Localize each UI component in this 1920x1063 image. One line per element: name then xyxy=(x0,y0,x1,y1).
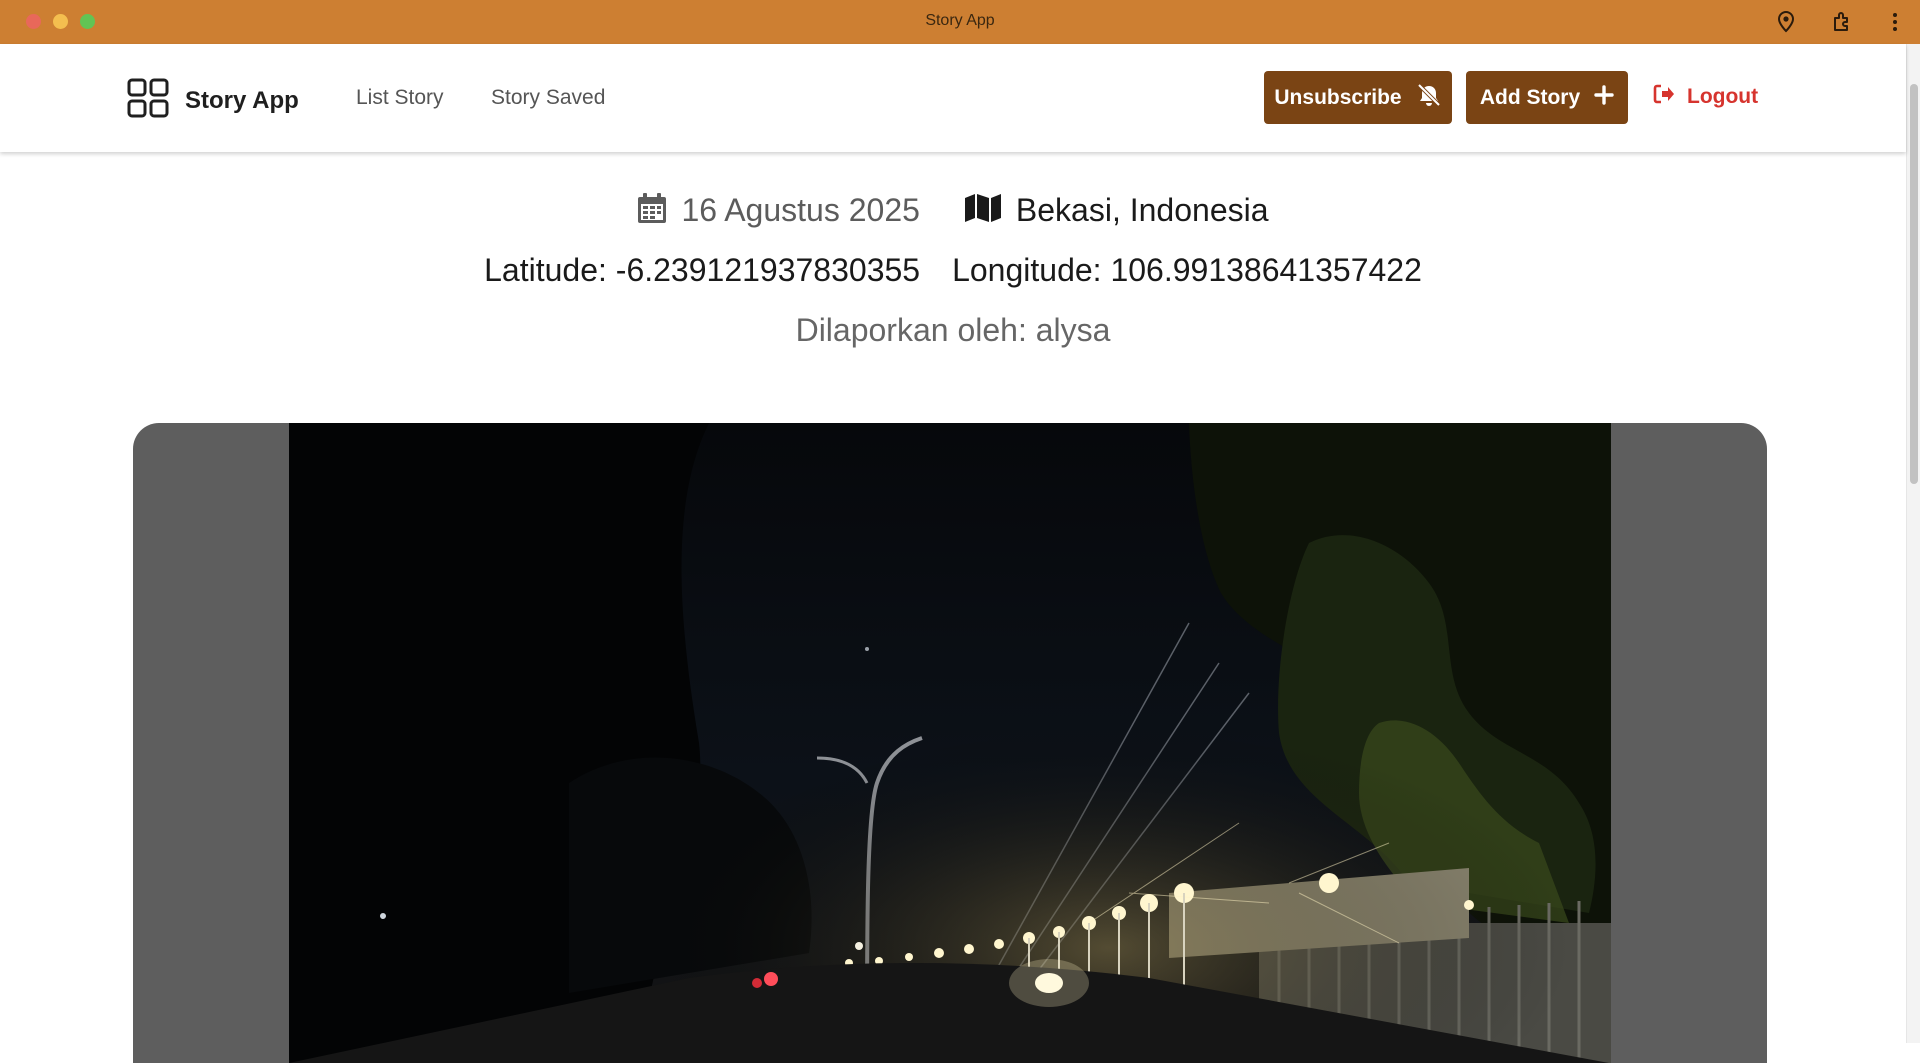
brand[interactable]: Story App xyxy=(127,78,299,123)
story-meta-row: 16 Agustus 2025 Bekasi, Indonesia xyxy=(0,192,1906,229)
add-story-label: Add Story xyxy=(1479,85,1581,109)
extensions-icon[interactable] xyxy=(1831,10,1855,34)
kebab-menu-icon[interactable] xyxy=(1883,10,1907,34)
window-titlebar: Story App xyxy=(0,0,1920,44)
unsubscribe-button[interactable]: Unsubscribe xyxy=(1264,71,1452,124)
story-longitude: Longitude: 106.99138641357422 xyxy=(952,252,1422,288)
story-image-frame xyxy=(133,423,1767,1063)
logout-label: Logout xyxy=(1687,85,1759,108)
story-location-text: Bekasi, Indonesia xyxy=(1015,192,1269,228)
location-pin-icon[interactable] xyxy=(1774,10,1798,34)
calendar-icon xyxy=(637,192,667,229)
story-latitude: Latitude: -6.239121937830355 xyxy=(484,252,921,288)
nav-link-story-saved[interactable]: Story Saved xyxy=(491,86,605,110)
story-reporter-row: Dilaporkan oleh: alysa xyxy=(0,312,1906,349)
story-date-text: 16 Agustus 2025 xyxy=(681,192,920,228)
logout-icon xyxy=(1653,84,1675,110)
story-image xyxy=(289,423,1611,1063)
grid-logo-icon xyxy=(127,78,169,123)
navbar: Story App List Story Story Saved Unsubsc… xyxy=(0,44,1906,152)
page-scrollbar[interactable] xyxy=(1906,44,1920,1043)
window-title: Story App xyxy=(925,12,995,29)
nav-link-list-story[interactable]: List Story xyxy=(356,86,444,110)
story-location: Bekasi, Indonesia xyxy=(964,192,1269,229)
add-story-button[interactable]: Add Story xyxy=(1466,71,1628,124)
story-coordinates-row: Latitude: -6.239121937830355 Longitude: … xyxy=(0,252,1906,289)
brand-name: Story App xyxy=(185,86,299,114)
logout-button[interactable]: Logout xyxy=(1653,84,1758,110)
scrollbar-thumb[interactable] xyxy=(1910,84,1918,484)
plus-icon xyxy=(1594,84,1614,111)
map-icon xyxy=(964,193,1002,228)
story-date: 16 Agustus 2025 xyxy=(637,192,920,229)
story-reporter: Dilaporkan oleh: alysa xyxy=(795,312,1111,348)
bell-slash-icon xyxy=(1416,83,1442,113)
unsubscribe-label: Unsubscribe xyxy=(1274,85,1402,109)
